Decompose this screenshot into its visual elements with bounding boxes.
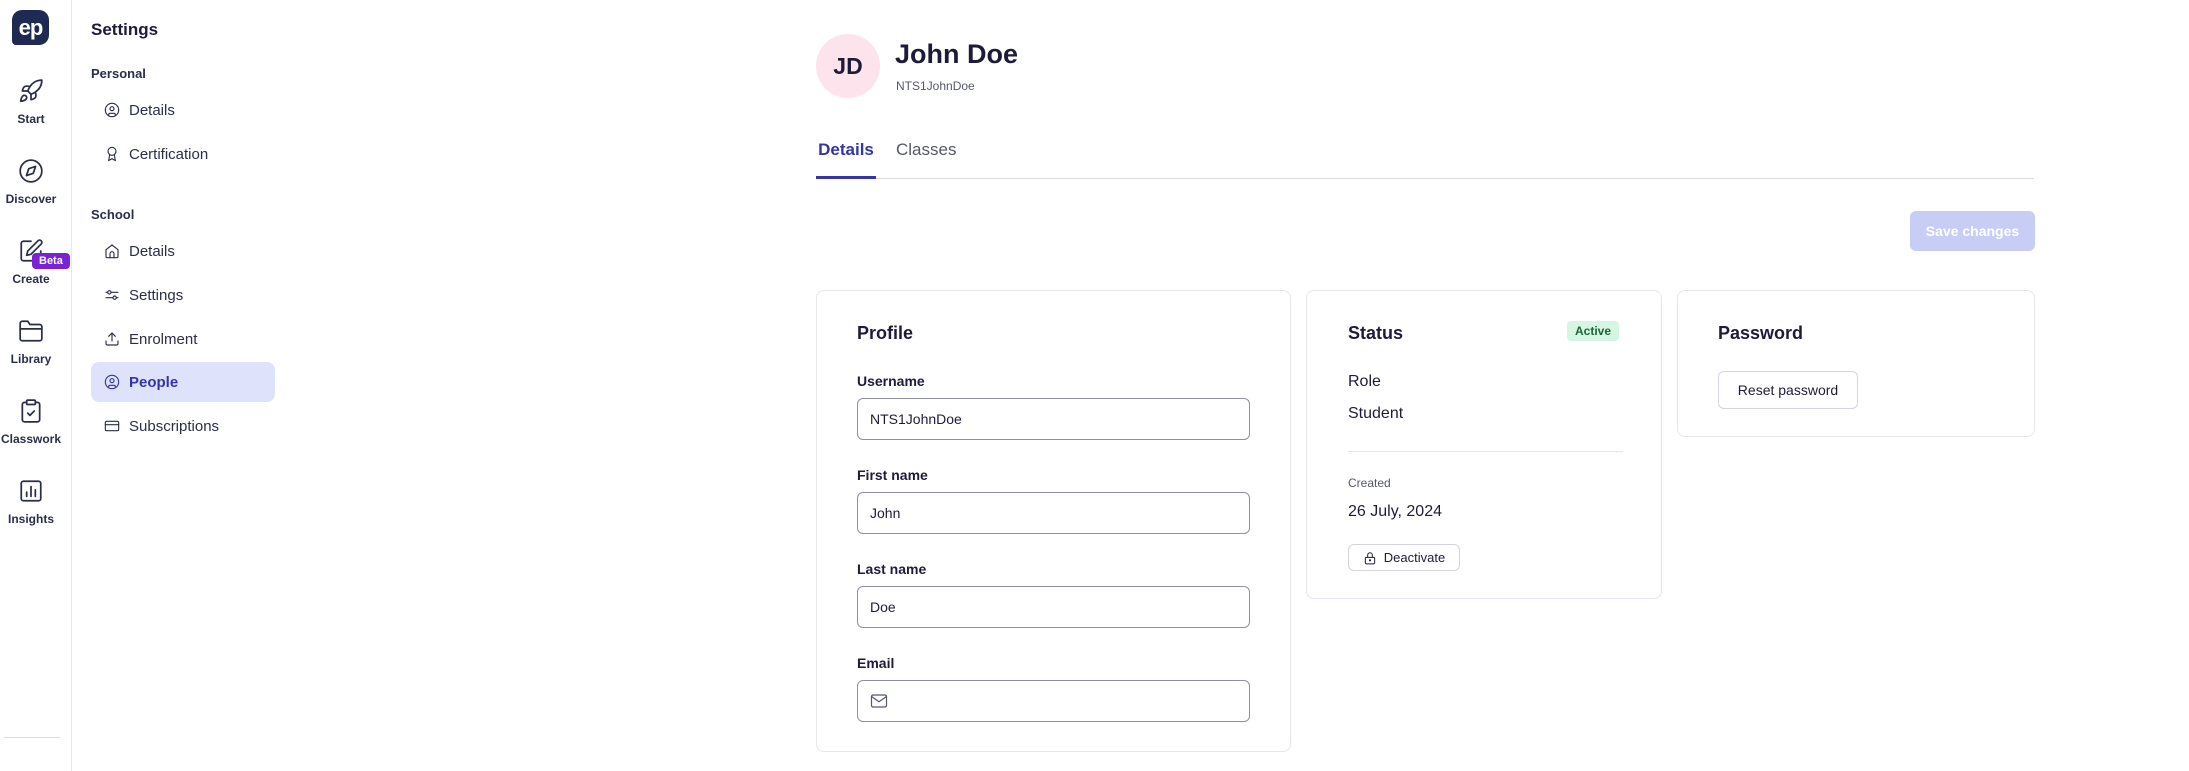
role-value: Student <box>1348 405 1404 422</box>
mail-icon <box>870 694 888 708</box>
tab-classes[interactable]: Classes <box>896 140 956 179</box>
deactivate-button[interactable]: Deactivate <box>1348 544 1460 571</box>
created-label: Created <box>1348 476 1391 490</box>
sidebar-item-certification[interactable]: Certification <box>91 134 275 174</box>
save-changes-button[interactable]: Save changes <box>1910 211 2035 251</box>
clipboard-check-icon <box>21 399 41 423</box>
sidebar-item-school-settings[interactable]: Settings <box>91 275 275 315</box>
status-card: Status Active Role Student Created 26 Ju… <box>1306 290 1662 599</box>
sidebar-item-label: People <box>129 373 179 391</box>
settings-sidebar: Settings Personal Details Certification … <box>73 0 293 771</box>
credit-card-icon <box>104 420 120 432</box>
password-card: Password Reset password <box>1677 290 2035 437</box>
home-icon <box>105 244 119 259</box>
user-circle-icon <box>104 374 120 390</box>
sidebar-item-label: Settings <box>129 286 184 304</box>
username-field[interactable]: NTS1JohnDoe <box>857 398 1250 440</box>
rail-item-library[interactable]: Library <box>0 318 62 366</box>
sidebar-section-school: School <box>91 207 135 222</box>
upload-icon <box>105 332 119 346</box>
last-name-field[interactable]: Doe <box>857 586 1250 628</box>
rail-label-insights: Insights <box>7 512 54 526</box>
first-name-field[interactable]: John <box>857 492 1250 534</box>
rail-label-start: Start <box>17 112 45 126</box>
rocket-icon <box>19 79 43 103</box>
sidebar-item-subscriptions[interactable]: Subscriptions <box>91 406 275 446</box>
user-username: NTS1JohnDoe <box>896 79 975 93</box>
rail-item-insights[interactable]: Insights <box>0 478 62 526</box>
first-name-label: First name <box>857 467 928 483</box>
rail-label-classwork: Classwork <box>0 432 62 446</box>
status-badge: Active <box>1567 321 1620 341</box>
award-icon <box>107 146 117 162</box>
rail-divider <box>4 737 60 738</box>
rail-label-create: Create <box>12 272 50 286</box>
sidebar-item-label: Certification <box>129 145 209 163</box>
beta-badge: Beta <box>32 253 70 269</box>
sidebar-item-personal-details[interactable]: Details <box>91 90 275 130</box>
lock-icon <box>1364 551 1375 564</box>
reset-password-button[interactable]: Reset password <box>1718 371 1858 409</box>
role-label: Role <box>1348 373 1381 390</box>
app-nav-rail: ep Start Discover Create Beta Library Cl… <box>0 0 72 771</box>
rail-item-classwork[interactable]: Classwork <box>0 398 62 446</box>
username-value: NTS1JohnDoe <box>870 411 962 427</box>
created-value: 26 July, 2024 <box>1348 503 1442 520</box>
tab-details[interactable]: Details <box>816 140 876 179</box>
sidebar-item-label: Details <box>129 101 175 119</box>
folder-icon <box>19 320 43 342</box>
last-name-value: Doe <box>870 599 896 615</box>
sidebar-item-label: Details <box>129 242 175 260</box>
bar-chart-icon <box>20 480 42 502</box>
first-name-value: John <box>870 505 901 521</box>
sidebar-item-school-details[interactable]: Details <box>91 231 275 271</box>
email-field[interactable] <box>857 680 1250 722</box>
status-divider <box>1348 451 1623 452</box>
profile-card: Profile Username NTS1JohnDoe First name … <box>816 290 1291 752</box>
rail-item-discover[interactable]: Discover <box>0 158 62 206</box>
sidebar-item-people[interactable]: People <box>91 362 275 402</box>
sidebar-item-label: Subscriptions <box>129 417 220 435</box>
user-circle-icon <box>104 102 120 118</box>
email-label: Email <box>857 655 895 671</box>
rail-item-start[interactable]: Start <box>0 78 62 126</box>
page-title: John Doe <box>895 39 1019 69</box>
rail-label-discover: Discover <box>5 192 57 206</box>
deactivate-label: Deactivate <box>1383 550 1446 565</box>
rail-label-library: Library <box>10 352 52 366</box>
profile-title: Profile <box>857 323 914 343</box>
compass-icon <box>19 159 43 183</box>
avatar: JD <box>816 34 880 98</box>
username-label: Username <box>857 373 925 389</box>
status-title: Status <box>1348 323 1404 343</box>
last-name-label: Last name <box>857 561 927 577</box>
sliders-icon <box>105 290 119 300</box>
tab-bar: Details Classes <box>816 138 2034 179</box>
sidebar-title: Settings <box>91 20 159 39</box>
sidebar-section-personal: Personal <box>91 66 146 81</box>
app-logo[interactable]: ep <box>12 10 49 45</box>
password-title: Password <box>1718 323 1804 343</box>
sidebar-item-label: Enrolment <box>129 330 198 348</box>
sidebar-item-enrolment[interactable]: Enrolment <box>91 319 275 359</box>
